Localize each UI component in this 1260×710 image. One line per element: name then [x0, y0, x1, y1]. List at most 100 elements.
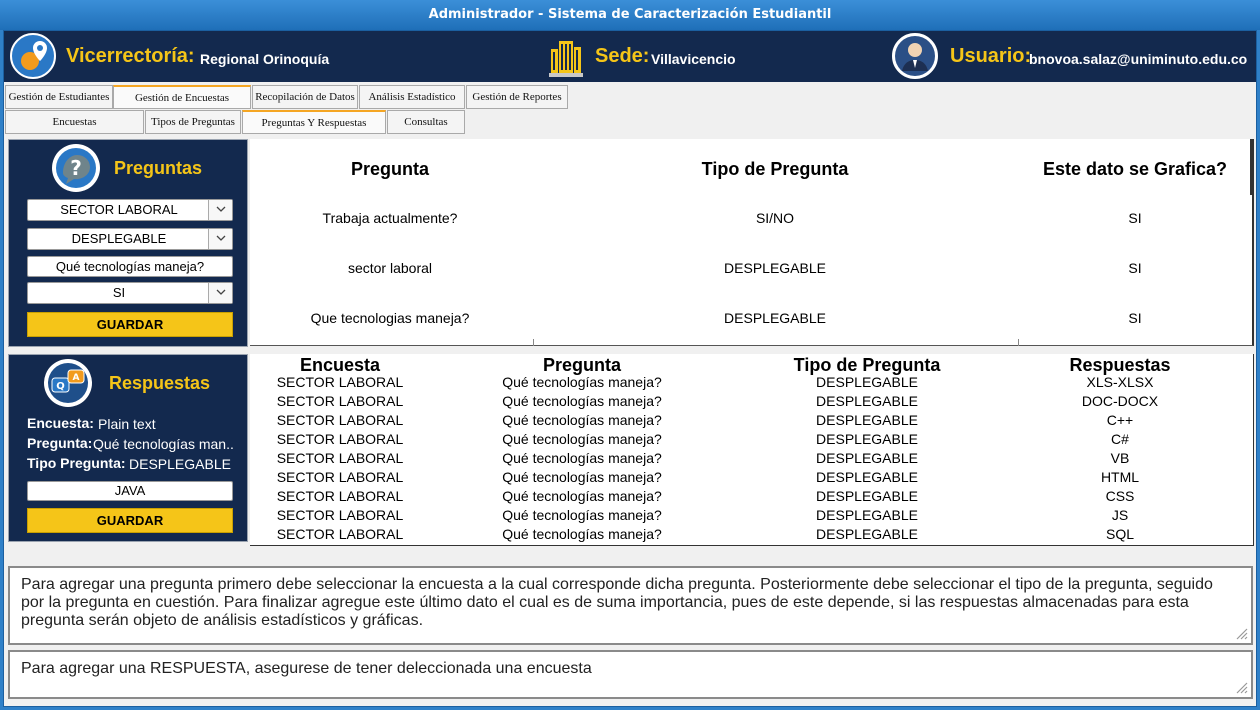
- tab-gestion-estudiantes[interactable]: Gestión de Estudiantes: [5, 85, 113, 109]
- table-cell[interactable]: SECTOR LABORAL: [250, 487, 430, 506]
- respuestas-help-content: Para agregar una RESPUESTA, asegurese de…: [21, 660, 592, 677]
- table-row[interactable]: SI/NO: [650, 210, 900, 226]
- user-avatar-icon: [892, 33, 938, 79]
- table-cell[interactable]: HTML: [1020, 468, 1220, 487]
- encuesta-select-value: SECTOR LABORAL: [60, 202, 178, 217]
- resize-grip-icon[interactable]: [1236, 682, 1248, 694]
- pregunta-value: Qué tecnologías man..: [93, 436, 234, 452]
- respuestas-panel: Q A Respuestas Encuesta: Plain text Preg…: [8, 354, 248, 542]
- table-cell[interactable]: SECTOR LABORAL: [250, 411, 430, 430]
- chevron-down-icon[interactable]: [208, 200, 232, 220]
- preguntas-help-content: Para agregar una pregunta primero debe s…: [21, 576, 1213, 629]
- resize-grip-icon[interactable]: [1236, 628, 1248, 640]
- app-window: Vicerrectoría: Regional Orinoquía Sede: …: [3, 30, 1257, 707]
- table-cell[interactable]: JS: [1020, 506, 1220, 525]
- svg-text:A: A: [73, 373, 80, 383]
- respuesta-input[interactable]: JAVA: [27, 481, 233, 501]
- table-cell[interactable]: DESPLEGABLE: [752, 411, 982, 430]
- respuestas-help-text[interactable]: Para agregar una RESPUESTA, asegurese de…: [8, 650, 1253, 699]
- table-cell[interactable]: XLS-XLSX: [1020, 373, 1220, 392]
- guardar-pregunta-button[interactable]: GUARDAR: [27, 312, 233, 337]
- window-title: Administrador - Sistema de Caracterizaci…: [0, 0, 1260, 30]
- table-row[interactable]: Trabaja actualmente?: [290, 210, 490, 226]
- table-cell[interactable]: DESPLEGABLE: [752, 373, 982, 392]
- table-row[interactable]: DESPLEGABLE: [650, 310, 900, 326]
- tab-encuestas[interactable]: Encuestas: [5, 110, 144, 134]
- table-cell[interactable]: CSS: [1020, 487, 1220, 506]
- encuesta-value: Plain text: [98, 416, 156, 432]
- svg-text:Q: Q: [56, 381, 65, 392]
- tab-gestion-reportes[interactable]: Gestión de Reportes: [466, 85, 568, 109]
- table-row[interactable]: sector laboral: [290, 260, 490, 276]
- column-header-tipo: Tipo de Pregunta: [701, 159, 849, 179]
- qa-bubbles-icon: Q A: [43, 358, 93, 408]
- tab-preguntas-respuestas[interactable]: Preguntas Y Respuestas: [242, 110, 386, 134]
- preguntas-panel: ? Preguntas SECTOR LABORAL DESPLEGABLE Q…: [8, 139, 248, 347]
- question-bubble-icon: ?: [51, 143, 101, 193]
- table-cell[interactable]: Qué tecnologías maneja?: [462, 525, 702, 544]
- svg-text:?: ?: [70, 156, 82, 180]
- map-pin-icon: [10, 33, 56, 79]
- sede-label: Sede:: [595, 45, 650, 67]
- encuesta-label: Encuesta:: [27, 415, 94, 431]
- table-cell[interactable]: Qué tecnologías maneja?: [462, 373, 702, 392]
- table-row[interactable]: Que tecnologias maneja?: [290, 310, 490, 326]
- tipo-pregunta-label: Tipo Pregunta:: [27, 455, 126, 471]
- tab-recopilacion-datos[interactable]: Recopilación de Datos: [252, 85, 358, 109]
- encuesta-select[interactable]: SECTOR LABORAL: [27, 199, 233, 221]
- table-cell[interactable]: C#: [1020, 430, 1220, 449]
- respuestas-title: Respuestas: [109, 373, 211, 393]
- table-cell[interactable]: Qué tecnologías maneja?: [462, 449, 702, 468]
- table-row[interactable]: DESPLEGABLE: [650, 260, 900, 276]
- table-cell[interactable]: Qué tecnologías maneja?: [462, 487, 702, 506]
- guardar-respuesta-button[interactable]: GUARDAR: [27, 508, 233, 533]
- table-cell[interactable]: DESPLEGABLE: [752, 487, 982, 506]
- column-header-grafica: Este dato se Grafica?: [1042, 159, 1228, 179]
- table-cell[interactable]: SECTOR LABORAL: [250, 468, 430, 487]
- table-cell[interactable]: Qué tecnologías maneja?: [462, 468, 702, 487]
- vicerrectoria-label: Vicerrectoría:: [66, 45, 195, 67]
- respuestas-table: Encuesta Pregunta Tipo de Pregunta Respu…: [250, 354, 1254, 546]
- table-cell[interactable]: Qué tecnologías maneja?: [462, 430, 702, 449]
- table-cell[interactable]: DESPLEGABLE: [752, 468, 982, 487]
- tab-consultas[interactable]: Consultas: [387, 110, 465, 134]
- table-cell[interactable]: SQL: [1020, 525, 1220, 544]
- table-cell[interactable]: VB: [1020, 449, 1220, 468]
- chevron-down-icon[interactable]: [208, 283, 232, 303]
- grafica-select-value: SI: [112, 285, 126, 300]
- table-cell[interactable]: SECTOR LABORAL: [250, 392, 430, 411]
- table-cell[interactable]: Qué tecnologías maneja?: [462, 392, 702, 411]
- table-cell[interactable]: DESPLEGABLE: [752, 392, 982, 411]
- tab-analisis-estadistico[interactable]: Análisis Estadístico: [359, 85, 465, 109]
- table-cell[interactable]: DESPLEGABLE: [752, 449, 982, 468]
- table-cell[interactable]: DOC-DOCX: [1020, 392, 1220, 411]
- table-cell[interactable]: SECTOR LABORAL: [250, 449, 430, 468]
- tipo-pregunta-select[interactable]: DESPLEGABLE: [27, 228, 233, 250]
- usuario-value: bnovoa.salaz@uniminuto.edu.co: [1029, 51, 1248, 67]
- grafica-select[interactable]: SI: [27, 282, 233, 304]
- vicerrectoria-value: Regional Orinoquía: [200, 51, 330, 67]
- table-cell[interactable]: SECTOR LABORAL: [250, 525, 430, 544]
- table-cell[interactable]: Qué tecnologías maneja?: [462, 506, 702, 525]
- table-cell[interactable]: DESPLEGABLE: [752, 525, 982, 544]
- chevron-down-icon[interactable]: [208, 229, 232, 249]
- tab-tipos-preguntas[interactable]: Tipos de Preguntas: [145, 110, 241, 134]
- table-cell[interactable]: Qué tecnologías maneja?: [462, 411, 702, 430]
- table-cell[interactable]: C++: [1020, 411, 1220, 430]
- tab-gestion-encuestas[interactable]: Gestión de Encuestas: [113, 85, 251, 109]
- table-cell[interactable]: SECTOR LABORAL: [250, 430, 430, 449]
- building-icon: [549, 39, 583, 77]
- table-row[interactable]: SI: [1085, 310, 1185, 326]
- table-cell[interactable]: SECTOR LABORAL: [250, 506, 430, 525]
- preguntas-table: Pregunta Tipo de Pregunta Este dato se G…: [250, 139, 1254, 346]
- preguntas-title: Preguntas: [114, 158, 203, 178]
- table-cell[interactable]: DESPLEGABLE: [752, 430, 982, 449]
- preguntas-help-text[interactable]: Para agregar una pregunta primero debe s…: [8, 566, 1253, 645]
- tipo-pregunta-select-value: DESPLEGABLE: [71, 231, 167, 246]
- table-cell[interactable]: DESPLEGABLE: [752, 506, 982, 525]
- pregunta-input[interactable]: Qué tecnologías maneja?: [27, 256, 233, 277]
- table-row[interactable]: SI: [1085, 210, 1185, 226]
- column-header-pregunta: Pregunta: [350, 159, 429, 179]
- table-row[interactable]: SI: [1085, 260, 1185, 276]
- table-cell[interactable]: SECTOR LABORAL: [250, 373, 430, 392]
